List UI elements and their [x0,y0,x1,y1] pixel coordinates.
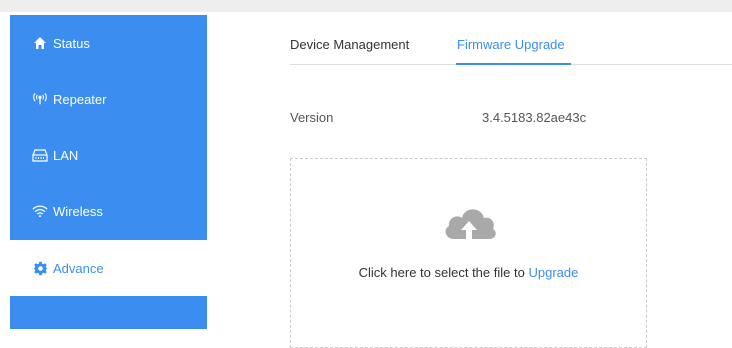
sidebar-item-lan[interactable]: LAN [10,127,207,183]
home-icon [32,35,48,51]
top-strip [0,0,732,12]
wifi-icon [32,203,48,219]
sidebar-item-label: Repeater [53,91,107,107]
tab-device-management[interactable]: Device Management [290,37,409,52]
gear-icon [32,260,48,276]
upgrade-link[interactable]: Upgrade [528,265,578,280]
version-value: 3.4.5183.82ae43c [482,110,587,125]
sidebar-item-wireless[interactable]: Wireless [10,183,207,239]
active-tab-indicator [456,63,571,65]
sidebar-item-repeater[interactable]: Repeater [10,71,207,127]
sidebar-item-label: Wireless [53,203,103,219]
tab-bar: Device Management Firmware Upgrade [290,30,732,66]
sidebar: Status Repeater LAN Wireless Advance [10,15,207,329]
sidebar-item-label: LAN [53,147,79,163]
upload-prefix-text: Click here to select the file to [358,265,525,280]
sidebar-item-label: Status [53,35,90,51]
upload-instruction: Click here to select the file to Upgrade [291,265,646,280]
upload-dropzone[interactable]: Click here to select the file to Upgrade [290,158,647,348]
sidebar-item-status[interactable]: Status [10,15,207,71]
sidebar-item-advance[interactable]: Advance [10,240,207,296]
tab-firmware-upgrade[interactable]: Firmware Upgrade [457,37,565,52]
repeater-icon [32,91,48,107]
version-label: Version [290,110,334,125]
sidebar-item-label: Advance [53,260,104,276]
lan-icon [32,147,48,163]
cloud-upload-icon [439,199,499,249]
